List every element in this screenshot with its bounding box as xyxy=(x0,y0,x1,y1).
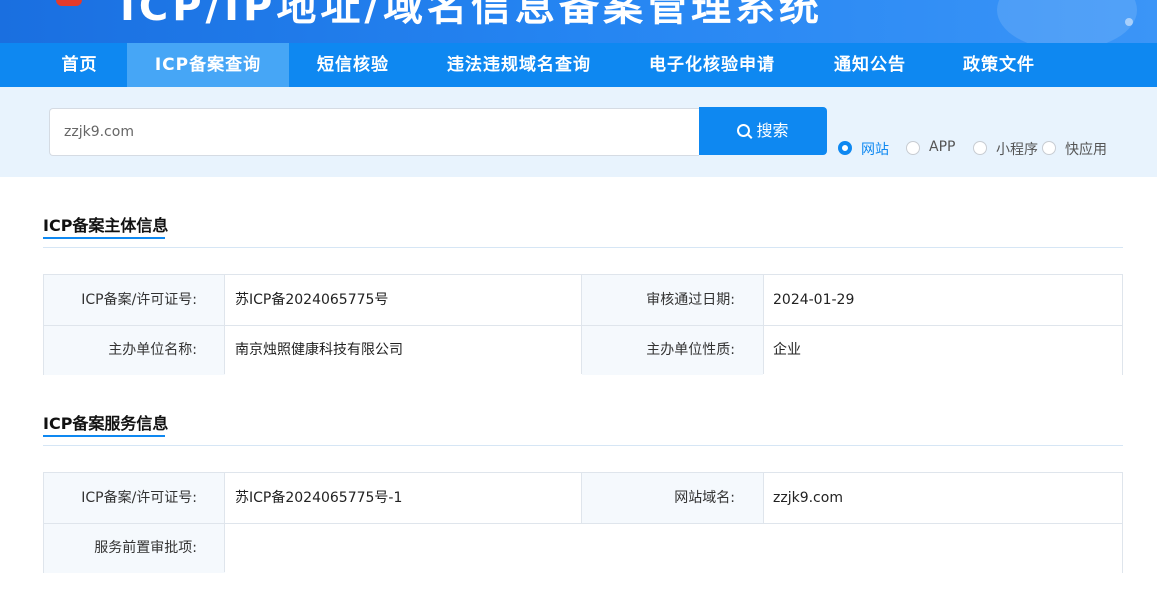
org-nature-label: 主办单位性质: xyxy=(582,325,763,375)
table-row-divider xyxy=(44,523,1122,524)
system-title: ICP/IP地址/域名信息备案管理系统 xyxy=(120,0,823,30)
domain-value: zzjk9.com xyxy=(763,473,1122,523)
nav-item-home[interactable]: 首页 xyxy=(32,43,127,87)
search-icon xyxy=(737,124,751,137)
service-info-table: ICP备案/许可证号: 苏ICP备2024065775号-1 网站域名: zzj… xyxy=(43,472,1123,573)
table-col-divider xyxy=(224,275,225,374)
approval-date-value: 2024-01-29 xyxy=(763,275,1122,325)
section-underline xyxy=(43,237,165,239)
radio-dot-icon xyxy=(973,141,987,155)
nav-item-sms-verify[interactable]: 短信核验 xyxy=(289,43,417,87)
table-col-divider xyxy=(224,473,225,572)
table-col-divider xyxy=(581,275,582,374)
nav-item-icp-query[interactable]: ICP备案查询 xyxy=(127,43,289,87)
search-area: zzjk9.com 搜索 网站 APP 小程序 快应用 xyxy=(0,87,1157,177)
table-row-divider xyxy=(44,325,1122,326)
section-underline xyxy=(43,435,165,437)
nav-item-illegal-domain[interactable]: 违法违规域名查询 xyxy=(417,43,621,87)
approval-date-label: 审核通过日期: xyxy=(582,275,763,325)
radio-dot-icon xyxy=(838,141,852,155)
search-button-label: 搜索 xyxy=(756,121,789,140)
banner-decoration-dot xyxy=(1125,18,1133,26)
nav-item-e-verify[interactable]: 电子化核验申请 xyxy=(621,43,803,87)
radio-dot-icon xyxy=(1042,141,1056,155)
license-label: ICP备案/许可证号: xyxy=(44,275,225,325)
service-license-label: ICP备案/许可证号: xyxy=(44,473,225,523)
nav-item-notices[interactable]: 通知公告 xyxy=(803,43,937,87)
table-col-divider xyxy=(763,275,764,374)
subject-section-title: ICP备案主体信息 xyxy=(43,216,169,235)
service-section-title: ICP备案服务信息 xyxy=(43,414,169,433)
pre-approval-value xyxy=(225,523,1122,573)
nav-item-policy[interactable]: 政策文件 xyxy=(937,43,1061,87)
org-name-value: 南京烛照健康科技有限公司 xyxy=(225,325,582,375)
radio-label: 快应用 xyxy=(1065,142,1107,158)
domain-label: 网站域名: xyxy=(582,473,763,523)
table-col-divider xyxy=(763,473,764,523)
org-nature-value: 企业 xyxy=(763,325,1122,375)
main-nav: 首页 ICP备案查询 短信核验 违法违规域名查询 电子化核验申请 通知公告 政策… xyxy=(0,43,1157,87)
search-input[interactable]: zzjk9.com xyxy=(49,108,699,156)
license-value: 苏ICP备2024065775号 xyxy=(225,275,582,325)
radio-label: 小程序 xyxy=(996,142,1038,158)
org-name-label: 主办单位名称: xyxy=(44,325,225,375)
pre-approval-label: 服务前置审批项: xyxy=(44,523,225,573)
radio-dot-icon xyxy=(906,141,920,155)
section-divider xyxy=(43,247,1123,248)
banner-decoration xyxy=(997,0,1137,43)
table-col-divider xyxy=(581,473,582,523)
service-license-value: 苏ICP备2024065775号-1 xyxy=(225,473,582,523)
emblem-logo xyxy=(56,0,82,6)
subject-info-table: ICP备案/许可证号: 苏ICP备2024065775号 审核通过日期: 202… xyxy=(43,274,1123,375)
search-button[interactable]: 搜索 xyxy=(699,107,827,155)
radio-label: 网站 xyxy=(861,142,889,158)
header-banner: ICP/IP地址/域名信息备案管理系统 xyxy=(0,0,1157,43)
radio-label: APP xyxy=(929,139,956,155)
section-divider xyxy=(43,445,1123,446)
